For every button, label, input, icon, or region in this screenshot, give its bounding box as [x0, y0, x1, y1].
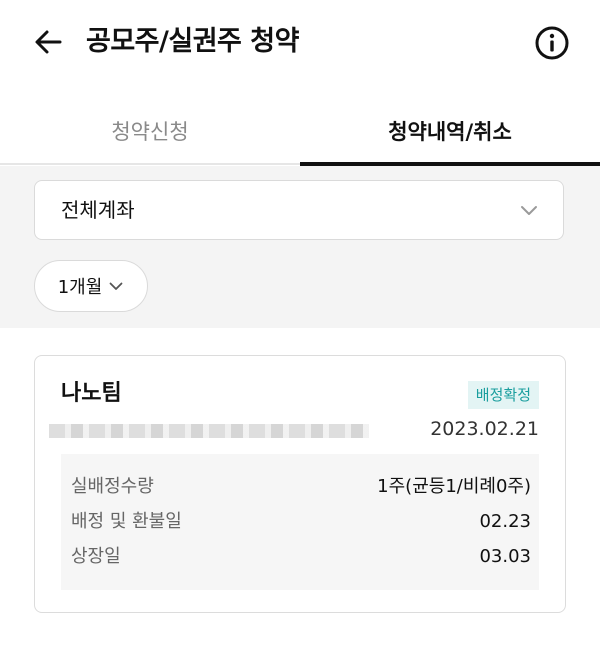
- tab-bar: 청약신청 청약내역/취소: [0, 100, 600, 166]
- detail-box: 실배정수량 1주(균등1/비례0주) 배정 및 환불일 02.23 상장일 03…: [61, 454, 539, 590]
- detail-row-allocation-refund-date: 배정 및 환불일 02.23: [61, 505, 539, 539]
- detail-label: 배정 및 환불일: [71, 511, 182, 532]
- info-button[interactable]: [532, 23, 572, 63]
- detail-row-allocated-quantity: 실배정수량 1주(균등1/비례0주): [61, 470, 539, 504]
- detail-label: 상장일: [71, 546, 121, 567]
- account-select-value: 전체계좌: [61, 198, 135, 222]
- tab-apply[interactable]: 청약신청: [0, 100, 300, 162]
- chevron-down-icon: [521, 206, 537, 215]
- subscription-date: 2023.02.21: [430, 418, 539, 440]
- detail-value: 1주(균등1/비례0주): [377, 476, 531, 497]
- arrow-left-icon: [35, 30, 62, 54]
- detail-row-listing-date: 상장일 03.03: [61, 540, 539, 574]
- info-circle-icon: [535, 26, 569, 60]
- tab-history-cancel[interactable]: 청약내역/취소: [300, 100, 600, 162]
- page-title: 공모주/실권주 청약: [86, 26, 299, 57]
- period-filter-value: 1개월: [57, 277, 103, 298]
- account-select[interactable]: 전체계좌: [34, 180, 564, 240]
- subscription-card[interactable]: 나노팀 배정확정 2023.02.21 실배정수량 1주(균등1/비례0주) 배…: [34, 355, 566, 613]
- masked-account-number: [49, 424, 369, 438]
- detail-value: 02.23: [479, 511, 531, 532]
- back-button[interactable]: [28, 22, 68, 62]
- screen: 공모주/실권주 청약 청약신청 청약내역/취소 전체계좌 1개월 나노팀 배정확…: [0, 0, 600, 672]
- filter-area: 전체계좌 1개월: [0, 166, 600, 328]
- detail-label: 실배정수량: [71, 476, 154, 497]
- stock-name: 나노팀: [61, 381, 122, 406]
- app-header: 공모주/실권주 청약: [0, 0, 600, 86]
- chevron-down-icon: [109, 282, 123, 290]
- detail-value: 03.03: [479, 546, 531, 567]
- period-filter[interactable]: 1개월: [34, 260, 148, 312]
- status-badge: 배정확정: [467, 381, 539, 409]
